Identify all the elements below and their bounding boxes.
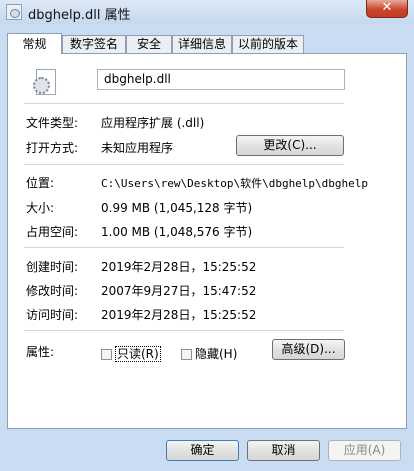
ok-button[interactable]: 确定 bbox=[166, 440, 239, 461]
tab-general[interactable]: 常规 bbox=[7, 33, 62, 54]
tab-previous-versions[interactable]: 以前的版本 bbox=[232, 35, 304, 53]
accessed-value: 2019年2月28日，15:25:52 bbox=[101, 308, 257, 322]
general-panel: dbghelp.dll 文件类型: 应用程序扩展 (.dll) 打开方式: 未知… bbox=[7, 53, 407, 429]
apply-button[interactable]: 应用(A) bbox=[328, 440, 401, 461]
separator bbox=[24, 247, 344, 248]
hidden-checkbox-box[interactable] bbox=[181, 349, 192, 360]
readonly-checkbox-box[interactable] bbox=[101, 349, 112, 360]
size-on-disk-label: 占用空间: bbox=[26, 225, 79, 239]
tab-bar: 常规 数字签名 安全 详细信息 以前的版本 bbox=[7, 33, 407, 54]
file-name-input[interactable]: dbghelp.dll bbox=[97, 69, 345, 90]
window-title: dbghelp.dll 属性 bbox=[28, 8, 131, 23]
separator bbox=[24, 330, 344, 331]
file-type-value: 应用程序扩展 (.dll) bbox=[101, 116, 205, 130]
opens-with-value: 未知应用程序 bbox=[101, 141, 174, 155]
size-label: 大小: bbox=[26, 201, 55, 215]
cancel-button[interactable]: 取消 bbox=[247, 440, 320, 461]
title-bar: dbghelp.dll 属性 ✕ bbox=[0, 0, 414, 24]
change-button[interactable]: 更改(C)... bbox=[236, 135, 344, 156]
attributes-label: 属性: bbox=[26, 345, 55, 359]
tab-security[interactable]: 安全 bbox=[126, 35, 172, 53]
accessed-label: 访问时间: bbox=[26, 308, 79, 322]
location-label: 位置: bbox=[26, 176, 55, 190]
advanced-button[interactable]: 高级(D)... bbox=[272, 339, 345, 360]
hidden-checkbox[interactable]: 隐藏(H) bbox=[181, 345, 237, 362]
created-label: 创建时间: bbox=[26, 260, 79, 274]
size-on-disk-value: 1.00 MB (1,048,576 字节) bbox=[101, 225, 253, 239]
separator bbox=[24, 164, 344, 165]
modified-value: 2007年9月27日，15:47:52 bbox=[101, 284, 257, 298]
close-button[interactable]: ✕ bbox=[366, 0, 408, 18]
size-value: 0.99 MB (1,045,128 字节) bbox=[101, 201, 253, 215]
readonly-checkbox[interactable]: 只读(R) bbox=[101, 345, 161, 362]
created-value: 2019年2月28日，15:25:52 bbox=[101, 260, 257, 274]
hidden-checkbox-label: 隐藏(H) bbox=[195, 347, 238, 361]
opens-with-label: 打开方式: bbox=[26, 141, 79, 155]
modified-label: 修改时间: bbox=[26, 284, 79, 298]
dll-file-icon bbox=[6, 4, 22, 20]
tab-digital-signature[interactable]: 数字签名 bbox=[62, 35, 126, 53]
dll-file-icon bbox=[33, 69, 56, 95]
location-value: C:\Users\rew\Desktop\软件\dbghelp\dbghelp bbox=[101, 177, 369, 190]
separator bbox=[24, 103, 344, 104]
file-type-label: 文件类型: bbox=[26, 116, 79, 130]
tab-details[interactable]: 详细信息 bbox=[172, 35, 232, 53]
readonly-checkbox-label: 只读(R) bbox=[115, 346, 161, 362]
